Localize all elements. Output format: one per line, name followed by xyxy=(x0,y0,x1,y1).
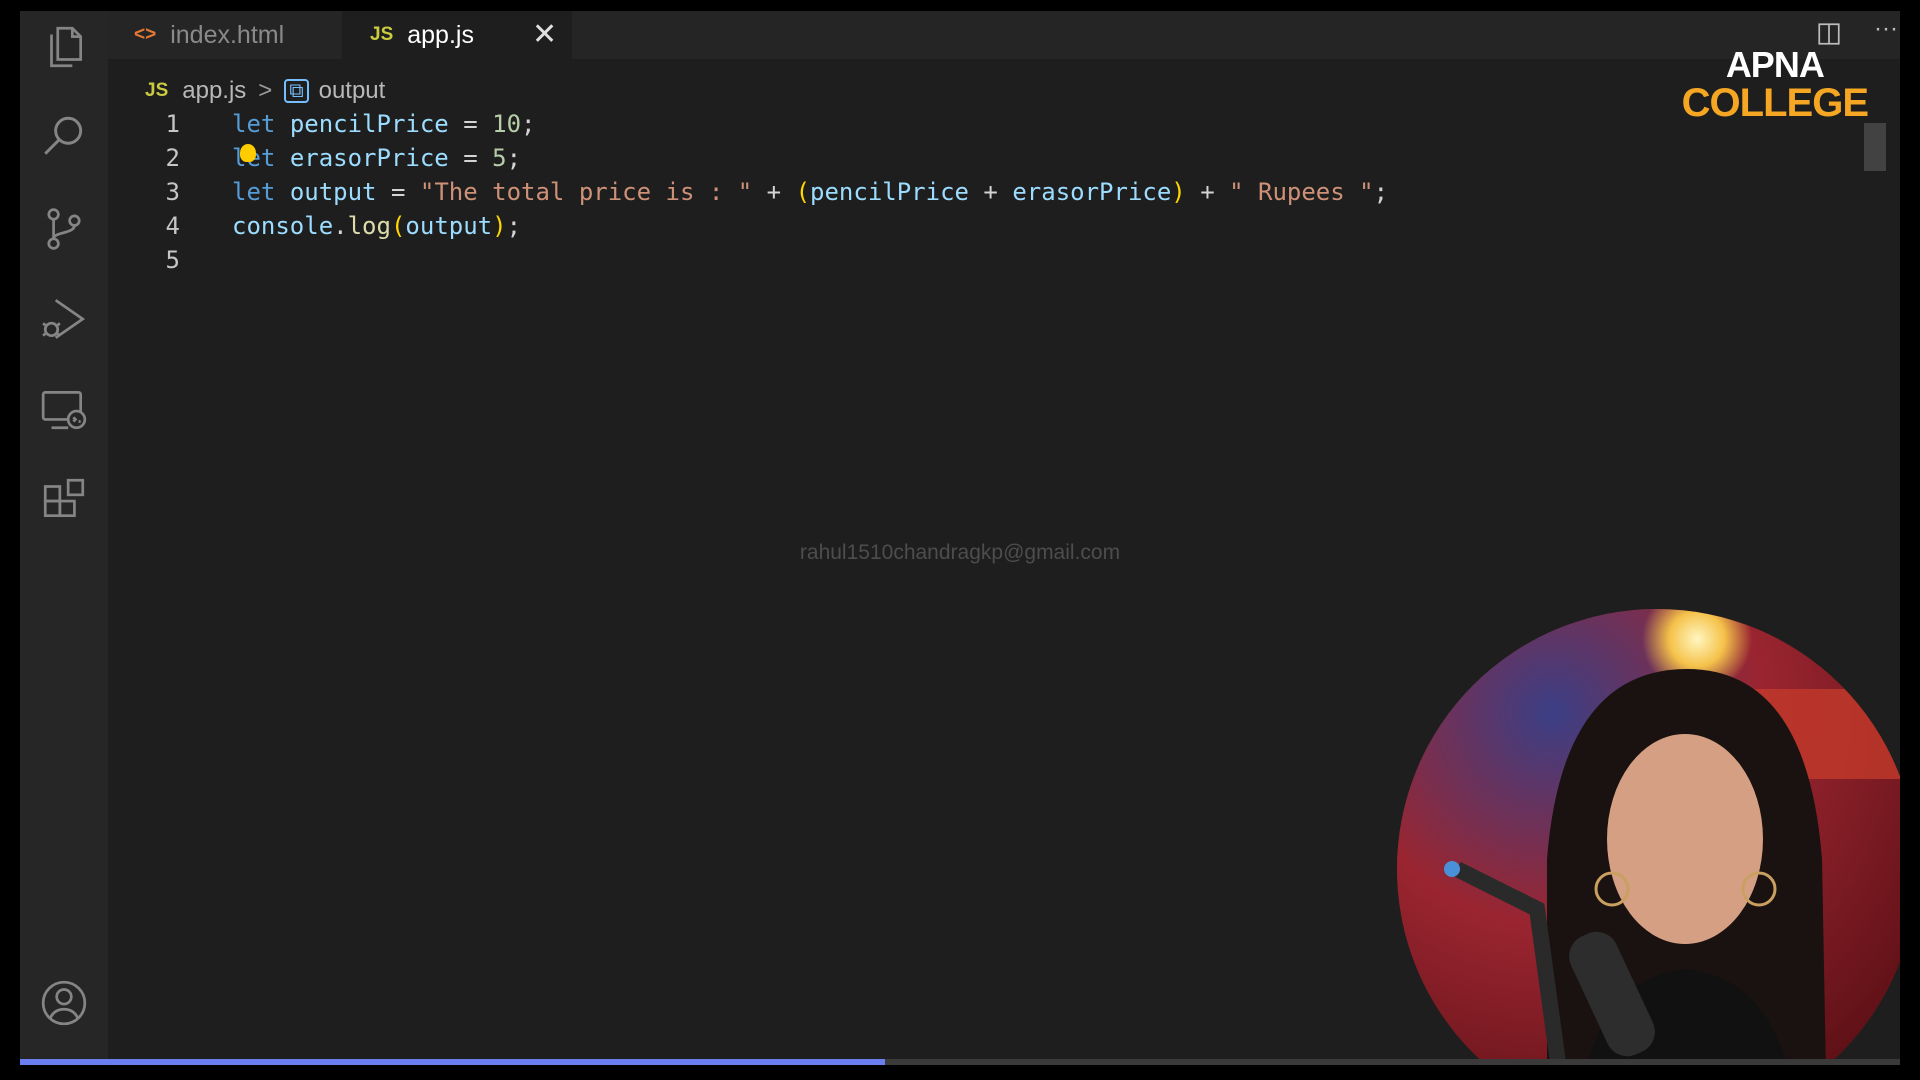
js-file-icon: JS xyxy=(370,24,394,45)
line-number: 3 xyxy=(165,178,180,206)
variable-symbol-icon: ⧉ xyxy=(284,79,309,103)
tab-app-js[interactable]: JS app.js ✕ xyxy=(342,11,572,59)
line-source: let output = "The total price is : " + (… xyxy=(232,175,1388,209)
code-token: + xyxy=(1185,178,1230,206)
line-number: 4 xyxy=(165,212,180,240)
code-token: let xyxy=(232,110,276,138)
presenter-webcam xyxy=(1397,609,1900,1065)
tab-label: index.html xyxy=(170,20,285,49)
js-file-icon: JS xyxy=(145,80,169,101)
code-token: ( xyxy=(795,178,811,206)
tab-index-html[interactable]: <> index.html xyxy=(108,11,342,59)
run-debug-icon[interactable] xyxy=(36,291,92,347)
source-control-icon[interactable] xyxy=(36,201,92,257)
code-token: output xyxy=(289,178,377,206)
line-number: 1 xyxy=(165,110,180,138)
tab-bar: <> index.html JS app.js ✕ ··· xyxy=(108,11,1900,59)
code-token: pencilPrice xyxy=(810,178,969,206)
chevron-right-icon: > xyxy=(258,77,273,104)
email-watermark: rahul1510chandragkp@gmail.com xyxy=(799,541,1121,564)
breadcrumb: JS app.js > ⧉ output xyxy=(145,73,385,109)
files-icon[interactable] xyxy=(36,19,92,75)
code-token: = xyxy=(448,110,493,138)
apna-college-logo: APNA COLLEGE xyxy=(1681,44,1869,125)
code-token: "The total price is : " xyxy=(419,178,753,206)
code-token: = xyxy=(376,178,420,206)
more-actions-icon[interactable]: ··· xyxy=(1874,15,1898,43)
code-token: erasorPrice xyxy=(1012,178,1172,206)
search-icon[interactable] xyxy=(36,109,92,165)
code-token: ; xyxy=(506,144,522,172)
remote-explorer-icon[interactable] xyxy=(36,381,92,437)
line-source: let pencilPrice = 10; xyxy=(232,107,535,141)
breadcrumb-file[interactable]: app.js xyxy=(182,77,246,105)
code-token: log xyxy=(347,212,391,240)
line-number: 2 xyxy=(165,144,180,172)
code-token: ) xyxy=(1171,178,1186,206)
code-token: pencilPrice xyxy=(289,110,449,138)
vertical-scrollbar[interactable] xyxy=(1864,123,1886,171)
code-token: " Rupees " xyxy=(1229,178,1374,206)
activity-bar xyxy=(20,11,108,1065)
logo-line2: COLLEGE xyxy=(1681,81,1869,125)
code-token: let xyxy=(232,178,276,206)
video-progress-fill xyxy=(20,1059,885,1065)
vscode-window: <> index.html JS app.js ✕ ··· JS app.js … xyxy=(20,11,1900,1065)
code-token: ; xyxy=(1373,178,1389,206)
code-token: erasorPrice xyxy=(289,144,449,172)
account-icon[interactable] xyxy=(36,975,92,1031)
breadcrumb-symbol[interactable]: output xyxy=(319,77,386,105)
code-token: . xyxy=(333,212,348,240)
code-token: ( xyxy=(390,212,406,240)
line-source: let erasorPrice = 5; xyxy=(232,141,521,175)
logo-line1: APNA xyxy=(1725,44,1825,85)
code-token: 5 xyxy=(492,144,507,172)
code-token: ; xyxy=(521,110,536,138)
tab-label: app.js xyxy=(407,20,474,49)
code-token: ) xyxy=(492,212,507,240)
extensions-icon[interactable] xyxy=(36,471,92,527)
code-token: ; xyxy=(506,212,522,240)
code-token: = xyxy=(448,144,493,172)
close-tab-icon[interactable]: ✕ xyxy=(532,20,557,50)
line-number: 5 xyxy=(165,246,180,274)
video-progress-track[interactable] xyxy=(20,1059,1900,1065)
line-source: console.log(output); xyxy=(232,209,521,243)
code-token: console xyxy=(232,212,334,240)
html-file-icon: <> xyxy=(134,24,157,45)
code-token: + xyxy=(968,178,1013,206)
lightbulb-icon[interactable] xyxy=(240,144,256,162)
code-token: + xyxy=(752,178,796,206)
code-token: output xyxy=(405,212,493,240)
code-token: 10 xyxy=(492,110,522,138)
